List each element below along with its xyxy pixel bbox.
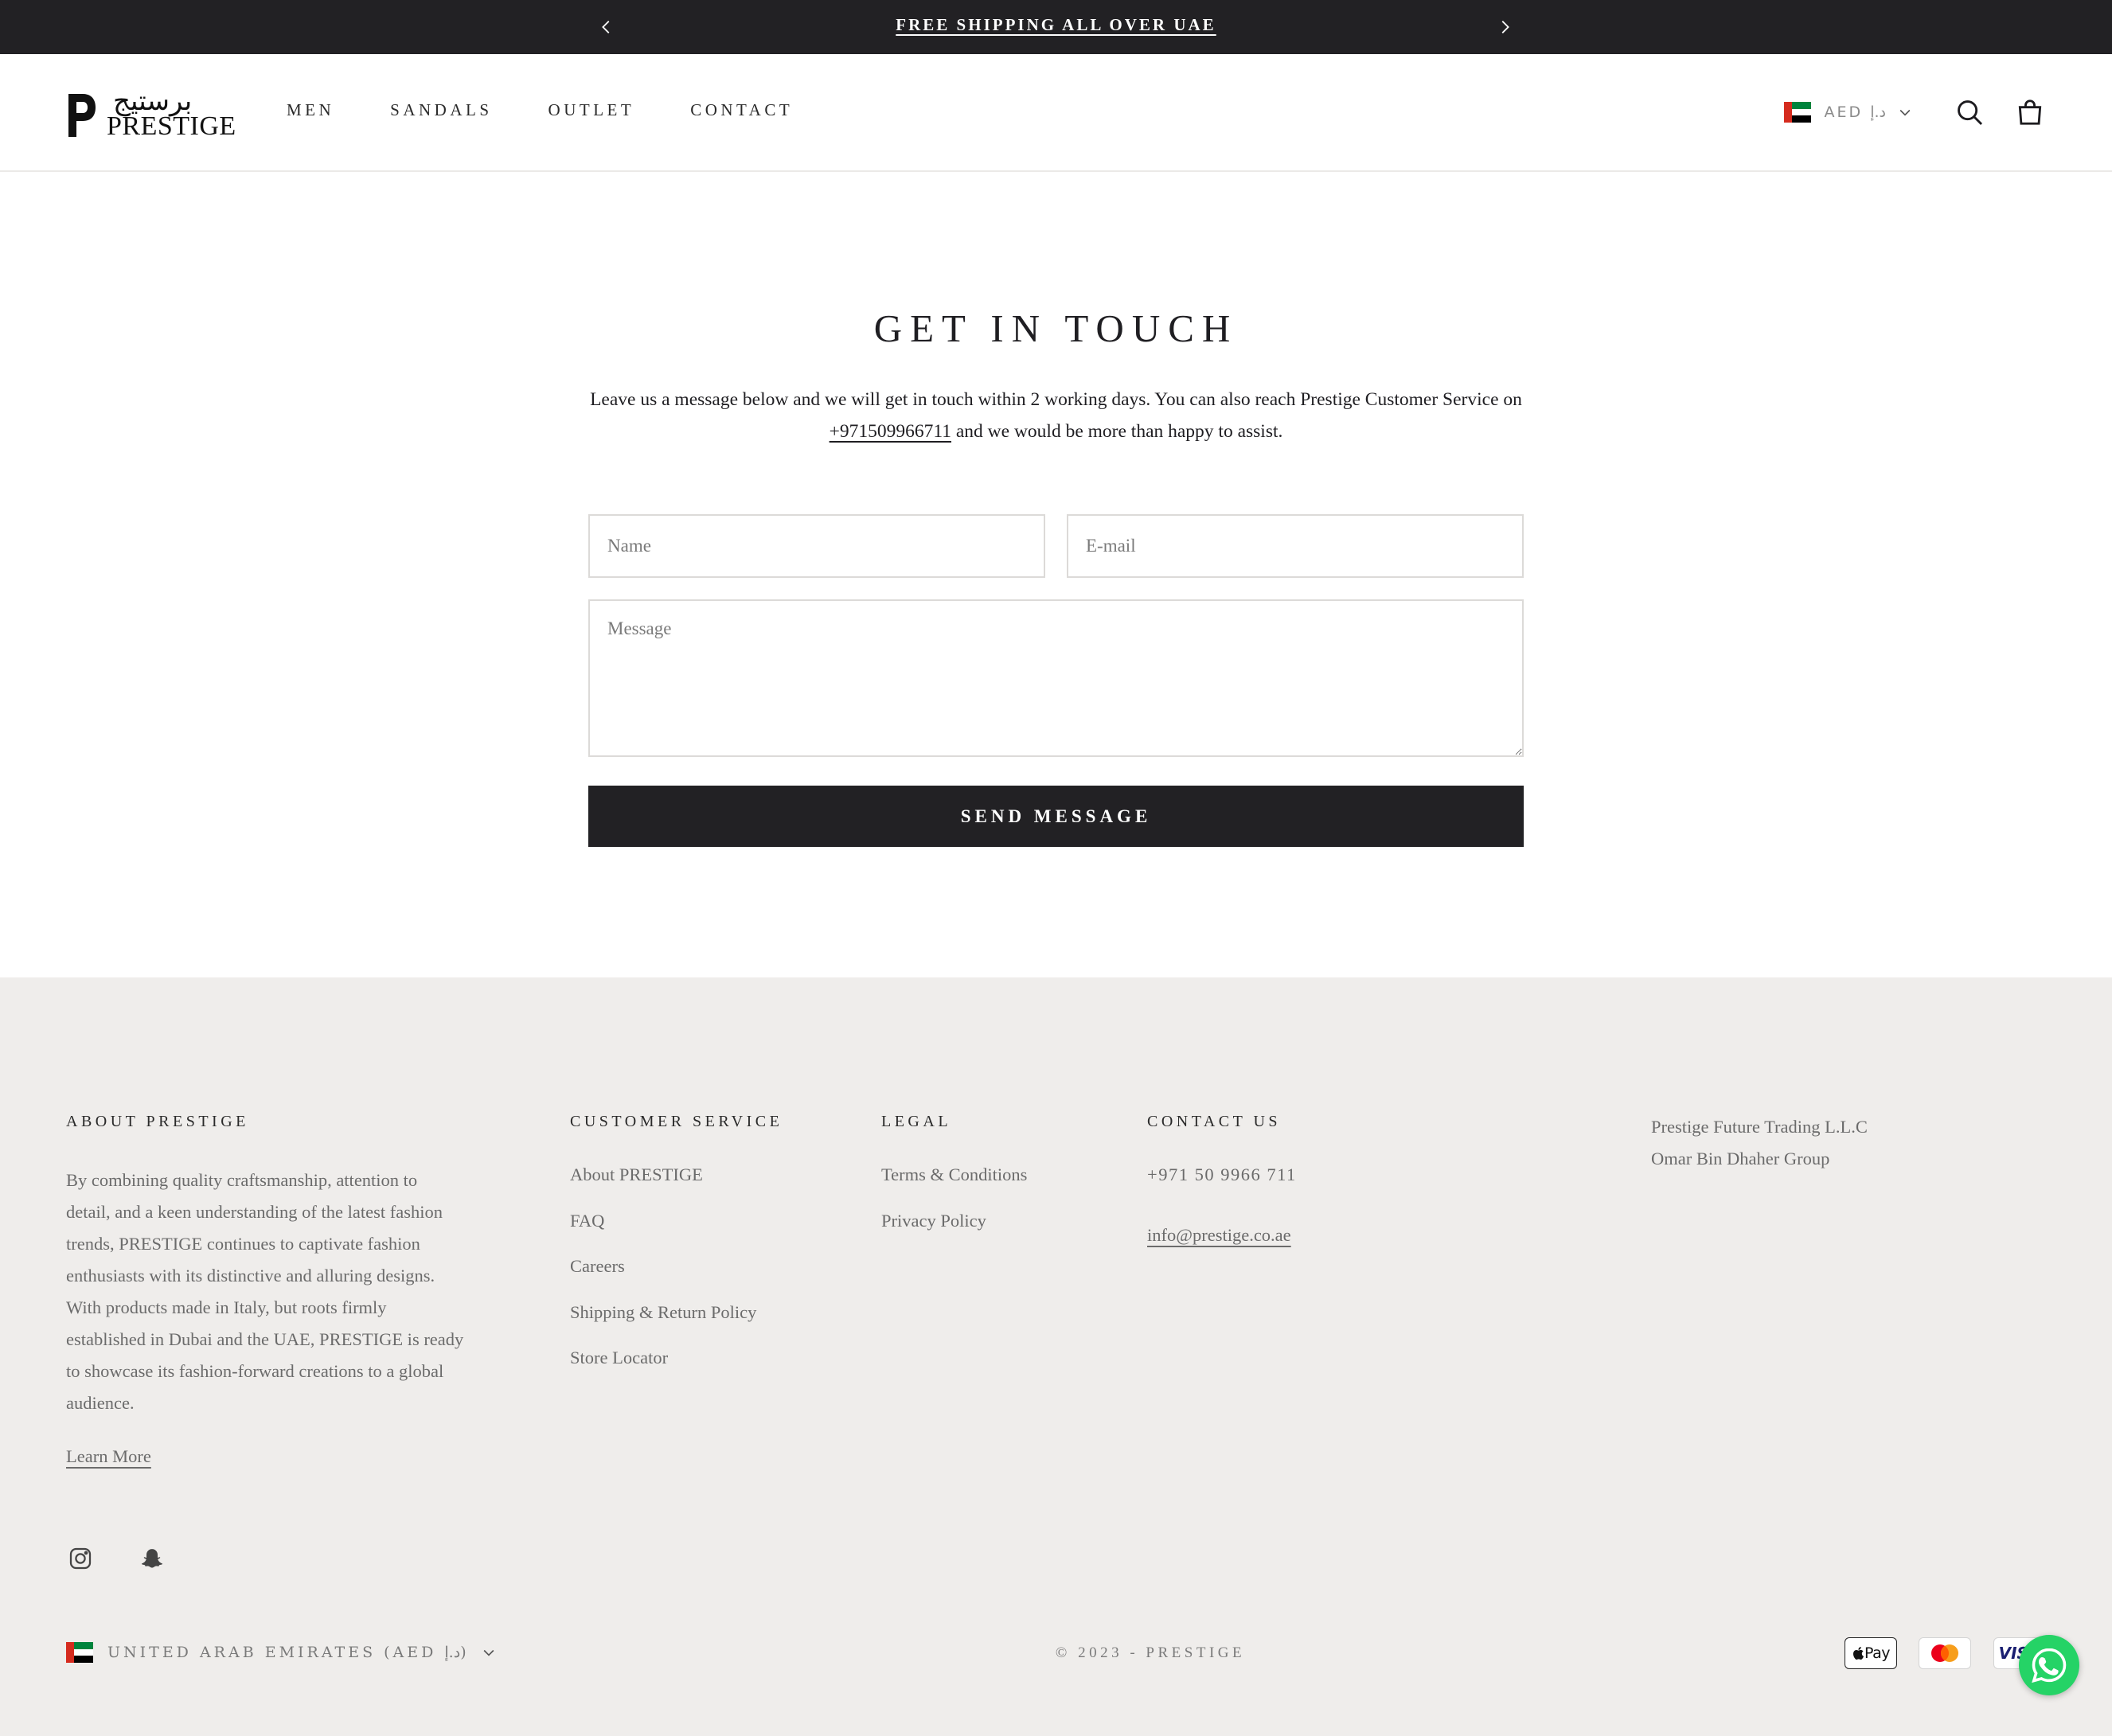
- prestige-p-mark-icon: [68, 94, 96, 137]
- learn-more-link[interactable]: Learn More: [66, 1446, 151, 1467]
- chevron-down-icon: [1899, 109, 1911, 116]
- intro-text-before: Leave us a message below and we will get…: [590, 389, 1522, 410]
- whatsapp-icon: [2032, 1648, 2067, 1683]
- intro-text-after: and we would be more than happy to assis…: [951, 421, 1283, 442]
- social-links: [66, 1544, 209, 1573]
- snapchat-icon: [142, 1549, 162, 1568]
- footer-link-store-locator[interactable]: Store Locator: [570, 1348, 756, 1394]
- footer-link-shipping-return[interactable]: Shipping & Return Policy: [570, 1302, 756, 1348]
- footer-contact-heading: CONTACT US: [1147, 1113, 1282, 1130]
- nav-men[interactable]: MEN: [287, 100, 334, 120]
- currency-selector[interactable]: AED د.إ: [1783, 102, 1913, 123]
- prestige-logo[interactable]: برستيج PRESTIGE: [65, 85, 236, 140]
- contact-section: GET IN TOUCH Leave us a message below an…: [0, 172, 2112, 977]
- logo-arabic-text: برستيج: [113, 85, 193, 117]
- customer-service-links: About PRESTIGE FAQ Careers Shipping & Re…: [570, 1164, 756, 1394]
- email-field[interactable]: [1067, 514, 1524, 578]
- company-name: Prestige Future Trading L.L.C: [1651, 1117, 1868, 1137]
- footer-customer-service-heading: CUSTOMER SERVICE: [570, 1113, 783, 1130]
- instagram-link[interactable]: [66, 1544, 95, 1573]
- footer-link-faq[interactable]: FAQ: [570, 1211, 756, 1257]
- currency-label: AED د.إ: [1824, 103, 1886, 121]
- instagram-icon: [69, 1547, 92, 1570]
- mastercard-icon: [1931, 1644, 1958, 1662]
- name-field[interactable]: [588, 514, 1045, 578]
- company-group: Omar Bin Dhaher Group: [1651, 1149, 1830, 1168]
- uae-flag-icon: [1783, 102, 1811, 123]
- nav-outlet[interactable]: OUTLET: [548, 100, 635, 120]
- nav-contact[interactable]: CONTACT: [690, 100, 793, 120]
- footer-contact-email[interactable]: info@prestige.co.ae: [1147, 1225, 1291, 1246]
- site-header: برستيج PRESTIGE MEN SANDALS OUTLET CONTA…: [0, 54, 2112, 172]
- main-navigation: MEN SANDALS OUTLET CONTACT: [287, 100, 849, 120]
- apple-icon: [1852, 1647, 1864, 1660]
- send-message-button[interactable]: SEND MESSAGE: [588, 786, 1524, 847]
- snapchat-link[interactable]: [138, 1544, 166, 1573]
- chevron-right-icon: [1501, 21, 1509, 33]
- footer-link-terms[interactable]: Terms & Conditions: [881, 1164, 1027, 1211]
- legal-links: Terms & Conditions Privacy Policy: [881, 1164, 1027, 1256]
- footer-contact-phone[interactable]: +971 50 9966 711: [1147, 1164, 1297, 1185]
- search-button[interactable]: [1951, 94, 1988, 131]
- customer-service-phone-link[interactable]: +971509966711: [830, 421, 951, 442]
- footer-link-about[interactable]: About PRESTIGE: [570, 1164, 756, 1211]
- footer-legal-heading: LEGAL: [881, 1113, 952, 1130]
- page-title: GET IN TOUCH: [873, 306, 1239, 350]
- apple-pay-label: Pay: [1864, 1644, 1891, 1662]
- footer-about-heading: ABOUT PRESTIGE: [66, 1113, 249, 1130]
- header-actions: AED د.إ: [1783, 94, 2048, 131]
- copyright: © 2023 - PRESTIGE: [1055, 1644, 1246, 1661]
- announcement-message[interactable]: FREE SHIPPING ALL OVER UAE: [0, 15, 2112, 35]
- apple-pay-badge: Pay: [1845, 1637, 1897, 1669]
- search-icon: [1958, 100, 1983, 126]
- company-info: Prestige Future Trading L.L.C Omar Bin D…: [1651, 1111, 1868, 1175]
- shopping-bag-icon: [2018, 99, 2042, 125]
- footer-link-careers[interactable]: Careers: [570, 1256, 756, 1302]
- footer-about-text: By combining quality craftsmanship, atte…: [66, 1170, 464, 1413]
- nav-sandals[interactable]: SANDALS: [390, 100, 492, 120]
- message-field[interactable]: [588, 599, 1524, 757]
- contact-intro: Leave us a message below and we will get…: [589, 384, 1523, 447]
- mastercard-badge: [1919, 1637, 1971, 1669]
- footer-link-privacy[interactable]: Privacy Policy: [881, 1211, 1027, 1257]
- announcement-next-button[interactable]: [1487, 10, 1522, 45]
- cart-button[interactable]: [2012, 94, 2048, 131]
- site-footer: ABOUT PRESTIGE By combining quality craf…: [0, 977, 2112, 1736]
- announcement-bar: FREE SHIPPING ALL OVER UAE: [0, 0, 2112, 54]
- whatsapp-chat-button[interactable]: [2019, 1635, 2079, 1695]
- logo-latin-text: PRESTIGE: [107, 111, 236, 141]
